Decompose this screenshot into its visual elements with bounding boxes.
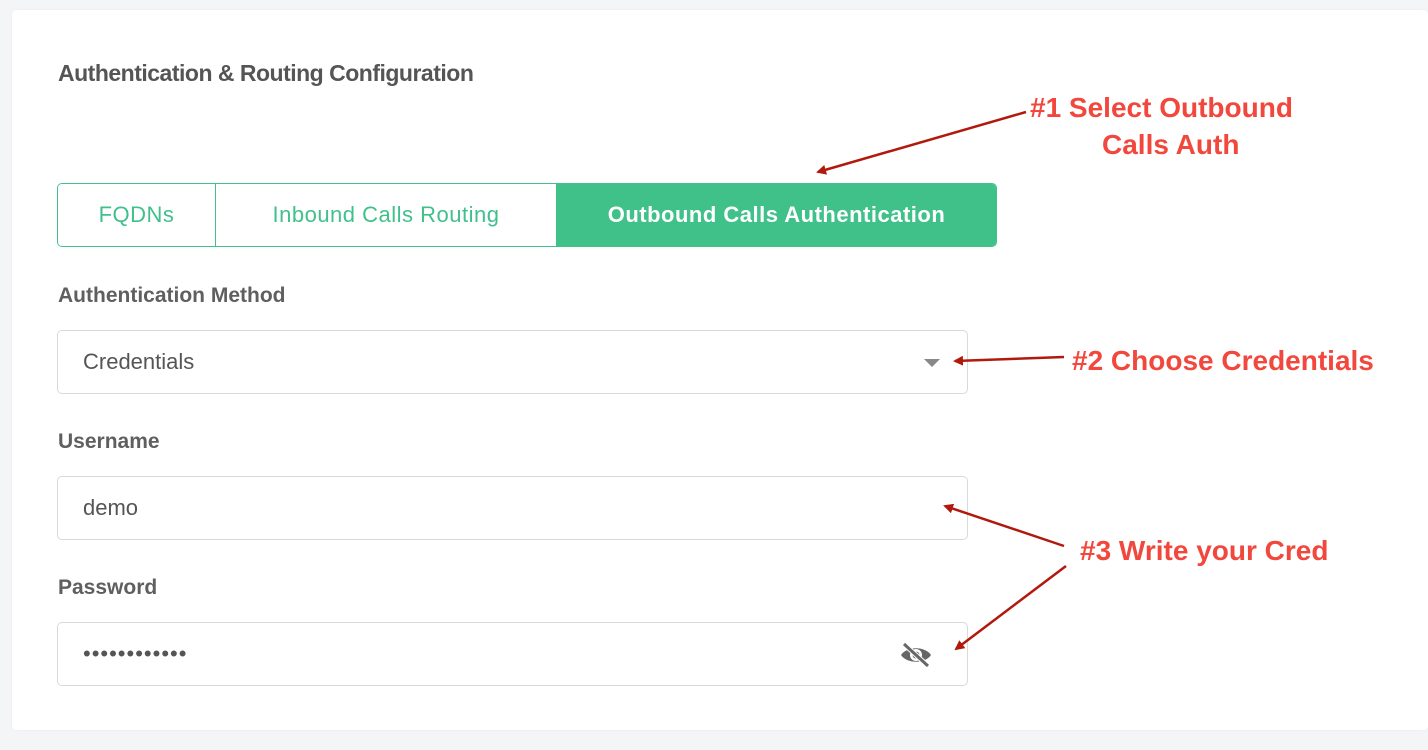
username-field[interactable]: demo [57,476,968,540]
password-label: Password [58,576,158,599]
annotation-step2: #2 Choose Credentials [1072,345,1374,376]
authentication-method-label: Authentication Method [58,284,286,307]
authentication-method-value: Credentials [83,349,195,374]
tab-inbound-calls-routing[interactable]: Inbound Calls Routing [215,184,556,246]
chevron-down-icon [924,359,940,367]
eye-off-icon[interactable] [899,641,933,669]
annotation-step3: #3 Write your Cred [1080,535,1329,566]
annotation-step1-line1: #1 Select Outbound [1030,92,1293,123]
tab-fqdns[interactable]: FQDNs [58,184,215,246]
tab-outbound-calls-authentication[interactable]: Outbound Calls Authentication [556,184,996,246]
authentication-method-select[interactable]: Credentials [57,330,968,394]
tab-bar: FQDNs Inbound Calls Routing Outbound Cal… [57,183,997,247]
username-label: Username [58,430,160,453]
password-value: •••••••••••• [83,641,188,666]
annotation-step1-line2: Calls Auth [1102,129,1240,160]
section-title: Authentication & Routing Configuration [58,60,474,86]
username-value: demo [83,495,139,520]
password-field[interactable]: •••••••••••• [57,622,968,686]
